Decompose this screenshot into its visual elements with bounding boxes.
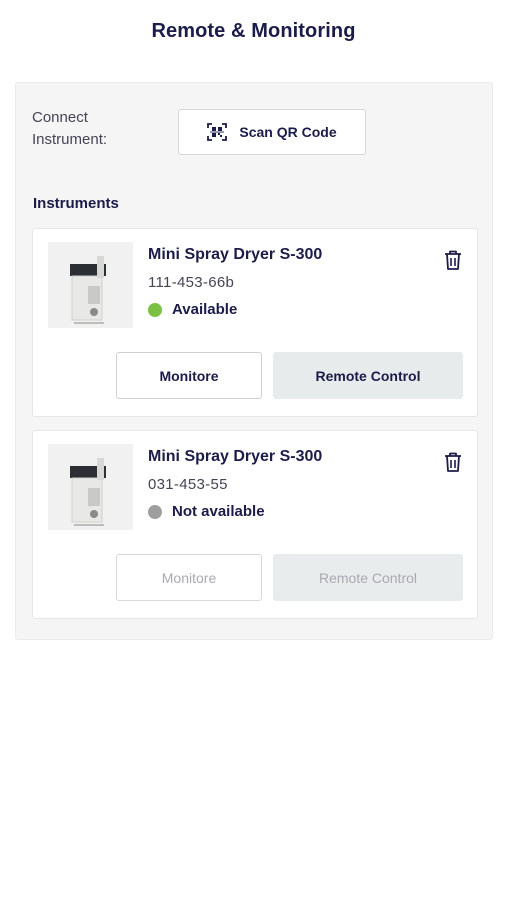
remote-monitoring-panel: Connect Instrument: Scan QR Code Instrum… <box>15 82 493 640</box>
instrument-name: Mini Spray Dryer S-300 <box>148 246 323 263</box>
remote-control-button[interactable]: Remote Control <box>273 352 463 399</box>
instruments-section-title: Instruments <box>33 195 119 212</box>
status-indicator: Available <box>148 301 237 318</box>
monitor-button[interactable]: Monitore <box>116 554 262 601</box>
scan-qr-code-button[interactable]: Scan QR Code <box>178 109 366 155</box>
scan-qr-code-label: Scan QR Code <box>239 124 337 140</box>
monitor-button[interactable]: Monitore <box>116 352 262 399</box>
page-title: Remote & Monitoring <box>151 20 356 42</box>
status-dot-icon <box>148 302 162 317</box>
instrument-name: Mini Spray Dryer S-300 <box>148 448 323 465</box>
trash-icon[interactable] <box>443 249 463 271</box>
status-label: Not available <box>172 503 265 520</box>
remote-control-button[interactable]: Remote Control <box>273 554 463 601</box>
trash-icon[interactable] <box>443 451 463 473</box>
status-indicator: Not available <box>148 503 265 520</box>
instrument-card: Mini Spray Dryer S-300 031-453-55 Not av… <box>32 430 478 619</box>
status-label: Available <box>172 301 238 318</box>
instrument-thumbnail <box>48 242 133 328</box>
instrument-serial: 111-453-66b <box>148 274 235 291</box>
connect-instrument-label: Connect Instrument: <box>32 109 108 148</box>
instrument-thumbnail <box>48 444 133 530</box>
status-dot-icon <box>148 504 162 519</box>
instrument-serial: 031-453-55 <box>148 476 228 493</box>
instrument-card: Mini Spray Dryer S-300 111-453-66b Avail… <box>32 228 478 417</box>
qr-scan-icon <box>207 123 228 141</box>
